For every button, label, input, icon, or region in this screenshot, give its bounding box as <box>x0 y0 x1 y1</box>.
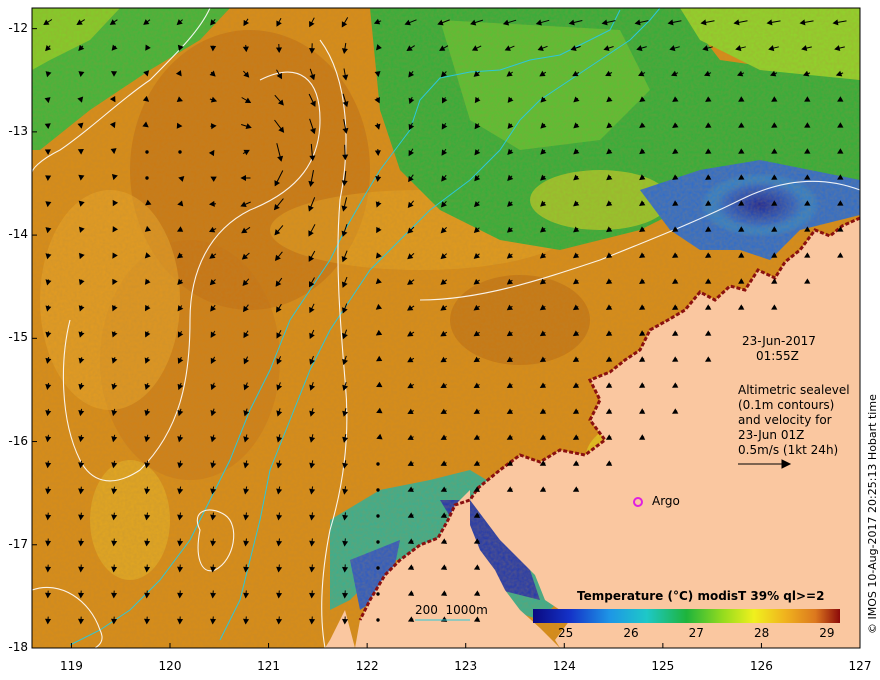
y-tick-label: -13 <box>8 123 28 138</box>
x-tick-label: 126 <box>749 659 773 673</box>
annotation-line: (0.1m contours) <box>738 398 835 412</box>
colorbar-tick-label: 28 <box>753 626 770 640</box>
velocity-dot <box>376 540 380 544</box>
x-tick-label: 119 <box>59 659 83 673</box>
velocity-dot <box>376 566 380 570</box>
velocity-dot <box>145 150 149 154</box>
colorbar <box>533 609 840 623</box>
colorbar-tick-label: 25 <box>558 626 574 640</box>
x-tick-label: 122 <box>355 659 379 673</box>
time-label: 01:55Z <box>756 349 799 363</box>
x-tick-label: 125 <box>651 659 675 673</box>
isobath-legend-label: 200 1000m <box>415 603 488 617</box>
x-tick-label: 120 <box>158 659 182 673</box>
y-tick-label: -12 <box>8 20 28 35</box>
y-tick-label: -18 <box>8 640 28 654</box>
annotation-line: Altimetric sealevel <box>738 383 850 397</box>
velocity-dot <box>376 592 380 596</box>
annotation-line: 0.5m/s (1kt 24h) <box>738 443 839 457</box>
velocity-dot <box>145 176 149 180</box>
colorbar-title: Temperature (°C) modisT 39% ql>=2 <box>577 589 825 603</box>
argo-label: Argo <box>652 494 680 508</box>
velocity-dot <box>178 150 182 154</box>
colorbar-tick-label: 29 <box>819 626 835 640</box>
credit-text: © IMOS 10-Aug-2017 20:25:13 Hobart time <box>866 394 879 634</box>
annotation-line: 23-Jun 01Z <box>738 428 805 442</box>
x-tick-label: 127 <box>848 659 872 673</box>
y-tick-label: -15 <box>8 330 28 345</box>
annotation-block: Altimetric sealevel (0.1m contours) and … <box>738 383 850 458</box>
date-label: 23-Jun-2017 <box>742 334 816 348</box>
velocity-dot <box>376 618 380 622</box>
x-tick-label: 121 <box>257 659 281 673</box>
velocity-dot <box>376 514 380 518</box>
x-tick-label: 124 <box>552 659 576 673</box>
velocity-dot <box>376 488 380 492</box>
annotation-line: and velocity for <box>738 413 832 427</box>
colorbar-tick-label: 27 <box>688 626 704 640</box>
x-tick-label: 123 <box>454 659 478 673</box>
y-tick-label: -14 <box>8 227 28 242</box>
colorbar-tick-label: 26 <box>623 626 639 640</box>
y-tick-label: -16 <box>8 433 28 448</box>
y-tick-label: -17 <box>8 536 28 551</box>
velocity-dot <box>376 462 380 466</box>
